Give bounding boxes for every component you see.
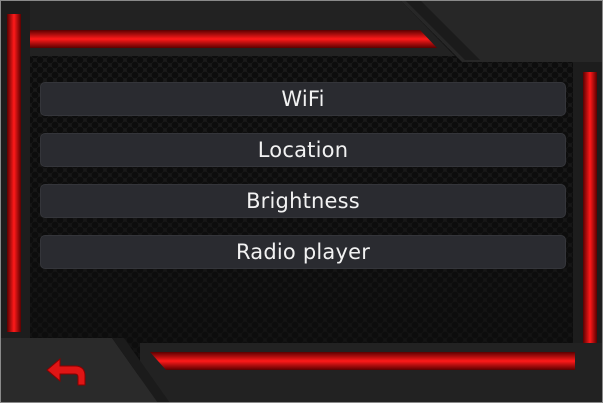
location-button[interactable]: Location: [40, 133, 566, 167]
brightness-button[interactable]: Brightness: [40, 184, 566, 218]
back-button[interactable]: [40, 356, 92, 392]
back-arrow-icon: [45, 357, 87, 391]
radio-player-button[interactable]: Radio player: [40, 235, 566, 269]
settings-screen: WiFi Location Brightness Radio player: [0, 0, 603, 403]
wifi-button[interactable]: WiFi: [40, 82, 566, 116]
settings-menu: WiFi Location Brightness Radio player: [40, 82, 566, 269]
